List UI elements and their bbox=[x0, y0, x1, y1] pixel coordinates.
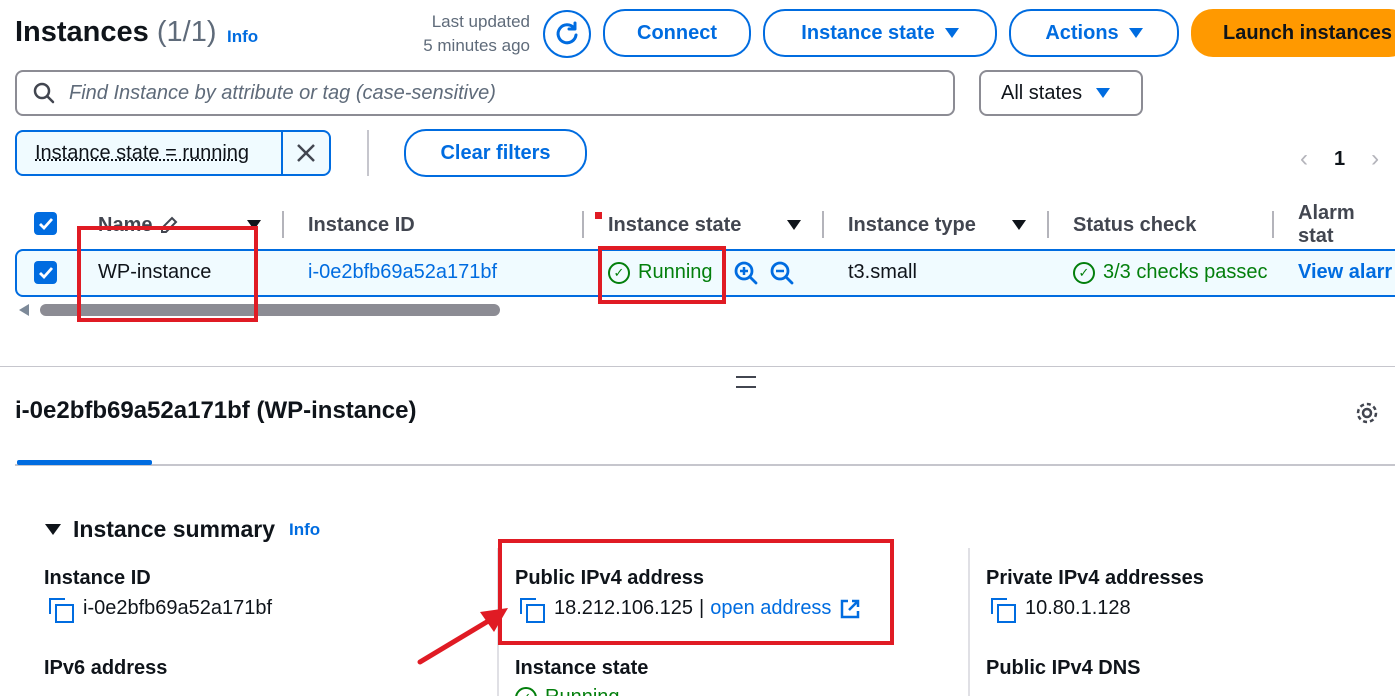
launch-instances-button[interactable]: Launch instances bbox=[1191, 9, 1395, 57]
column-label: Alarm stat bbox=[1298, 202, 1355, 247]
instance-state-dropdown[interactable]: Instance state bbox=[763, 9, 997, 57]
checkmark-icon bbox=[38, 217, 53, 230]
instance-state-detail-text: Running bbox=[545, 686, 620, 696]
states-select-value: All states bbox=[1001, 81, 1083, 104]
page-title-text: Instances bbox=[15, 16, 149, 48]
row-instance-id-link[interactable]: i-0e2bfb69a52a171bf bbox=[308, 261, 497, 284]
instance-id-value: i-0e2bfb69a52a171bf bbox=[49, 597, 273, 623]
search-icon bbox=[33, 82, 55, 104]
connect-label: Connect bbox=[637, 21, 717, 44]
states-select[interactable]: All states bbox=[979, 70, 1143, 116]
row-checkbox[interactable] bbox=[34, 261, 57, 284]
clear-filters-label: Clear filters bbox=[440, 141, 551, 164]
column-header-alarm-status[interactable]: Alarm stat bbox=[1298, 202, 1395, 247]
public-dns-label: Public IPv4 DNS bbox=[986, 657, 1141, 679]
row-instance-type: t3.small bbox=[848, 261, 917, 283]
column-divider bbox=[282, 211, 284, 238]
caret-down-icon bbox=[1096, 88, 1111, 98]
copy-icon[interactable] bbox=[49, 597, 74, 623]
column-divider bbox=[1047, 211, 1049, 238]
column-header-instance-id[interactable]: Instance ID bbox=[308, 210, 415, 240]
split-panel-divider bbox=[0, 366, 1395, 367]
status-success-icon: ✓ bbox=[515, 686, 537, 696]
private-ipv4-label: Private IPv4 addresses bbox=[986, 567, 1204, 589]
private-ipv4-text: 10.80.1.128 bbox=[1025, 597, 1131, 619]
column-label: Instance type bbox=[848, 213, 976, 236]
column-header-instance-state[interactable]: Instance state bbox=[608, 210, 741, 240]
summary-header[interactable]: Instance summary Info bbox=[45, 516, 320, 543]
column-divider bbox=[582, 211, 584, 238]
column-header-status-check[interactable]: Status check bbox=[1073, 210, 1196, 240]
header-info-link[interactable]: Info bbox=[227, 27, 258, 47]
column-divider bbox=[968, 548, 970, 696]
instance-state-detail-value: ✓ Running bbox=[515, 686, 620, 696]
page-number[interactable]: 1 bbox=[1334, 148, 1345, 171]
details-title: i-0e2bfb69a52a171bf (WP-instance) bbox=[15, 397, 417, 424]
actions-dropdown[interactable]: Actions bbox=[1009, 9, 1179, 57]
instance-state-label: Instance state bbox=[801, 21, 935, 44]
annotation-arrow-icon bbox=[417, 608, 508, 665]
column-label: Instance state bbox=[608, 213, 742, 236]
row-status-check: ✓ 3/3 checks passec bbox=[1073, 261, 1273, 284]
scroll-left-arrow[interactable] bbox=[19, 304, 29, 316]
gear-icon[interactable] bbox=[1354, 400, 1380, 426]
search-placeholder: Find Instance by attribute or tag (case-… bbox=[69, 81, 496, 104]
zoom-in-icon[interactable] bbox=[733, 260, 759, 286]
ipv6-label: IPv6 address bbox=[44, 657, 168, 679]
page-title: Instances (1/1) bbox=[15, 16, 217, 49]
filter-token-text[interactable]: Instance state = running bbox=[17, 132, 284, 174]
private-ipv4-value: 10.80.1.128 bbox=[991, 597, 1131, 623]
instance-id-label: Instance ID bbox=[44, 567, 151, 589]
annotation-box-name bbox=[77, 226, 258, 322]
status-success-icon: ✓ bbox=[1073, 261, 1095, 284]
pagination: ‹ 1 › bbox=[1300, 145, 1379, 173]
caret-down-icon bbox=[944, 28, 959, 38]
required-marker bbox=[595, 212, 602, 219]
chevron-left-icon[interactable]: ‹ bbox=[1300, 145, 1308, 173]
connect-button[interactable]: Connect bbox=[603, 9, 751, 57]
column-divider bbox=[822, 211, 824, 238]
refresh-icon bbox=[556, 21, 578, 45]
search-input[interactable]: Find Instance by attribute or tag (case-… bbox=[15, 70, 955, 116]
instance-count: (1/1) bbox=[156, 16, 217, 48]
tab-bar bbox=[15, 464, 1395, 466]
annotation-box-public-ip bbox=[498, 539, 894, 645]
row-status-check-text: 3/3 checks passec bbox=[1103, 261, 1268, 283]
divider bbox=[367, 130, 369, 176]
caret-down-icon bbox=[45, 524, 61, 535]
caret-down-icon bbox=[1128, 28, 1143, 38]
sort-caret-icon[interactable] bbox=[1012, 220, 1026, 230]
close-icon bbox=[297, 144, 316, 162]
column-header-instance-type[interactable]: Instance type bbox=[848, 210, 976, 240]
refresh-button[interactable] bbox=[543, 10, 591, 58]
resize-handle-icon[interactable] bbox=[736, 376, 756, 388]
column-divider bbox=[1272, 211, 1274, 238]
last-updated-time: 5 minutes ago bbox=[423, 36, 530, 55]
select-all-checkbox[interactable] bbox=[34, 212, 57, 235]
zoom-out-icon[interactable] bbox=[769, 260, 795, 286]
summary-info-link[interactable]: Info bbox=[289, 520, 320, 540]
chevron-right-icon[interactable]: › bbox=[1371, 145, 1379, 173]
annotation-box-state bbox=[598, 246, 726, 304]
last-updated: Last updated 5 minutes ago bbox=[400, 10, 530, 58]
column-label: Instance ID bbox=[308, 213, 415, 236]
checkmark-icon bbox=[38, 266, 53, 279]
filter-token: Instance state = running bbox=[15, 130, 331, 176]
instance-id-text: i-0e2bfb69a52a171bf bbox=[83, 597, 273, 619]
instance-state-detail-label: Instance state bbox=[515, 657, 649, 679]
actions-label: Actions bbox=[1045, 21, 1119, 44]
copy-icon[interactable] bbox=[991, 597, 1016, 623]
view-alarms-link[interactable]: View alarr bbox=[1298, 261, 1392, 284]
remove-filter-button[interactable] bbox=[283, 132, 329, 174]
launch-label: Launch instances bbox=[1223, 21, 1392, 44]
summary-title: Instance summary bbox=[73, 516, 275, 542]
last-updated-label: Last updated bbox=[431, 12, 530, 31]
clear-filters-button[interactable]: Clear filters bbox=[404, 129, 587, 177]
column-label: Status check bbox=[1073, 213, 1197, 236]
tab-details-active[interactable] bbox=[17, 460, 152, 465]
sort-caret-icon[interactable] bbox=[787, 220, 801, 230]
